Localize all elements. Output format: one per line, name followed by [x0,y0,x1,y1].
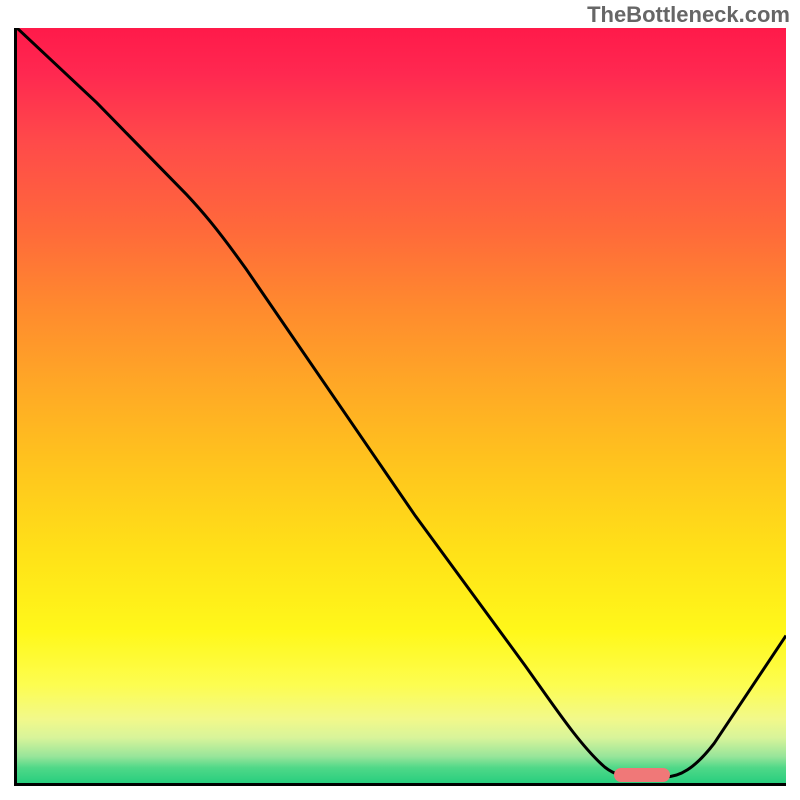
bottleneck-curve [17,28,786,783]
watermark-text: TheBottleneck.com [587,2,790,28]
plot-area [14,28,786,786]
optimal-range-marker [614,768,670,782]
